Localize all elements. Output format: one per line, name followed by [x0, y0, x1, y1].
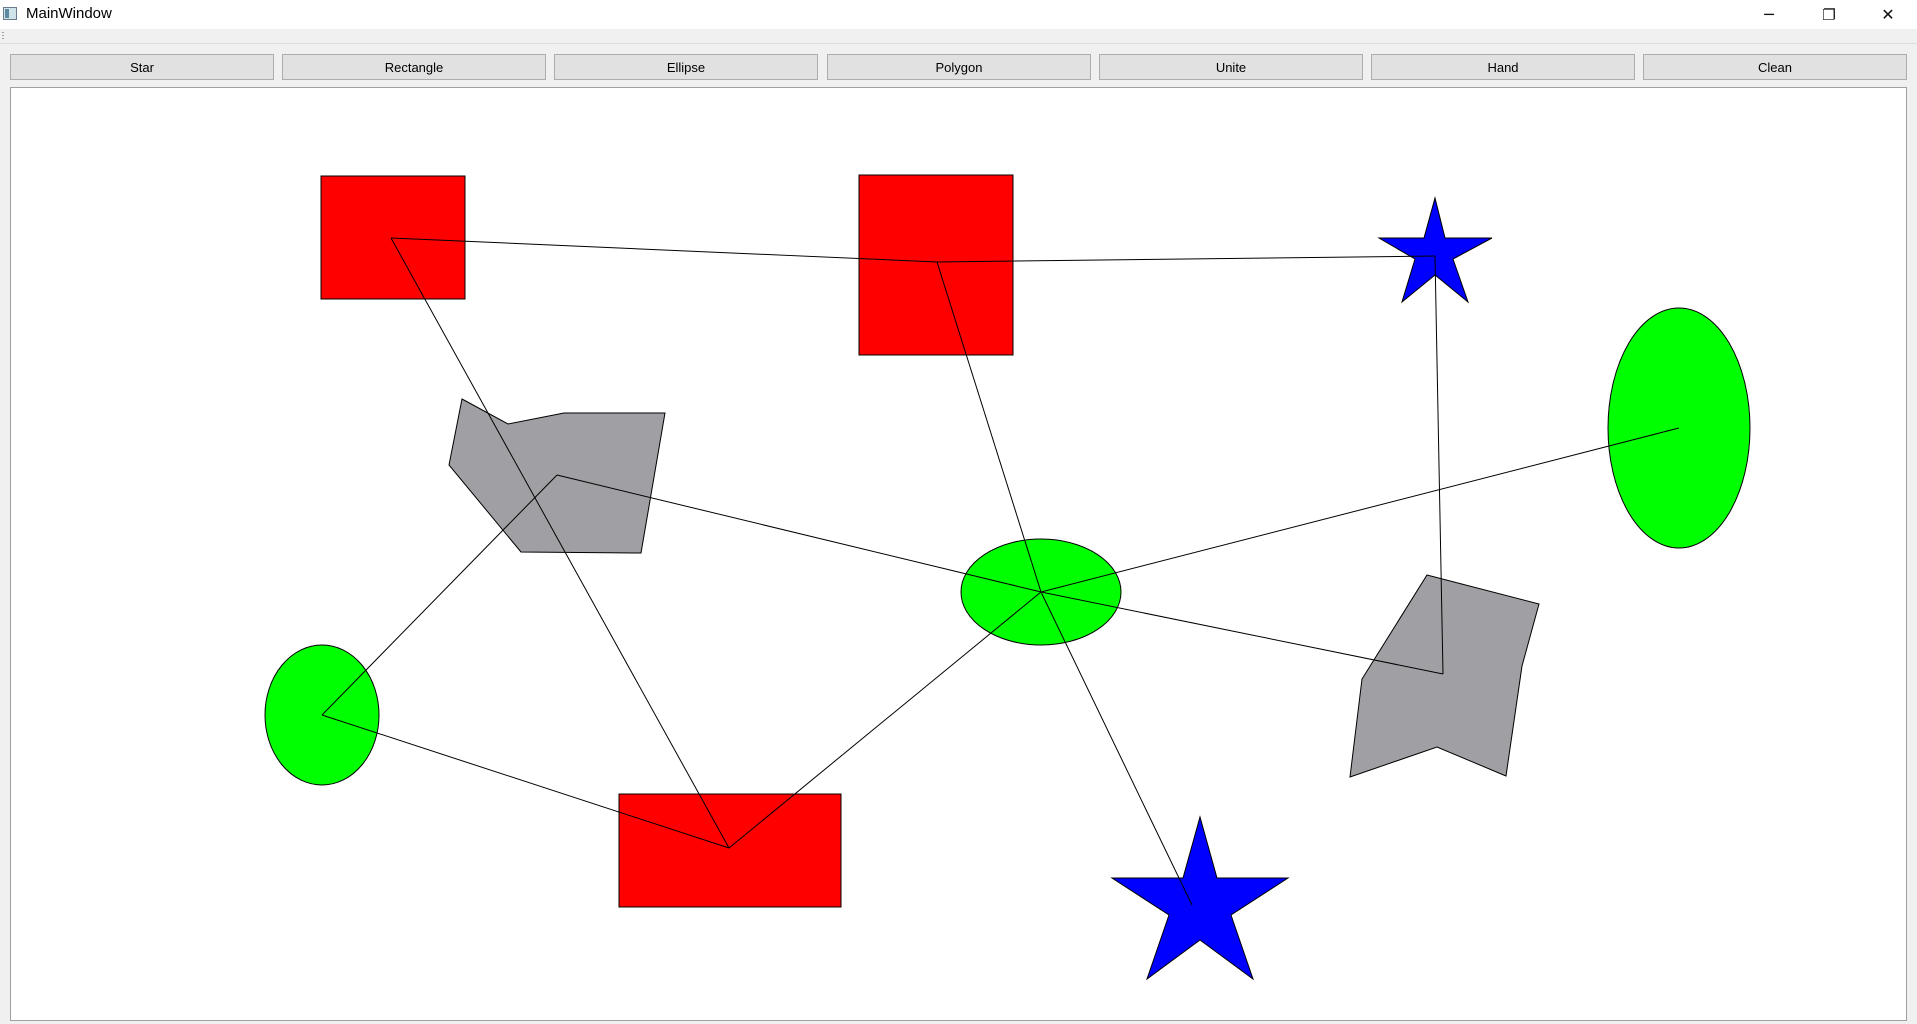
hand-button[interactable]: Hand	[1371, 54, 1635, 80]
grip-icon	[2, 32, 4, 40]
polygon-shape[interactable]	[1349, 574, 1540, 778]
toolbar-handle[interactable]	[0, 29, 1917, 44]
polygon-shape[interactable]	[448, 398, 666, 554]
connection-line	[1040, 591, 1193, 906]
connection-line	[390, 237, 730, 849]
window-title: MainWindow	[26, 5, 112, 22]
minimize-button[interactable]: ─	[1740, 0, 1798, 29]
rectangle-shape[interactable]	[320, 175, 466, 300]
star-button[interactable]: Star	[10, 54, 274, 80]
rectangle-button[interactable]: Rectangle	[282, 54, 546, 80]
clean-button[interactable]: Clean	[1643, 54, 1907, 80]
rectangle-shape[interactable]	[858, 174, 1014, 356]
unite-button[interactable]: Unite	[1099, 54, 1363, 80]
maximize-button[interactable]: ❐	[1800, 0, 1858, 29]
drawing-canvas[interactable]	[10, 87, 1907, 1021]
app-icon	[3, 7, 17, 20]
connection-line	[1040, 427, 1680, 593]
connection-line	[390, 237, 938, 263]
star-shape[interactable]	[1110, 815, 1290, 981]
polygon-button[interactable]: Polygon	[827, 54, 1091, 80]
close-button[interactable]: ✕	[1859, 0, 1917, 29]
connection-line	[321, 474, 558, 716]
connection-line	[1040, 591, 1444, 675]
rectangle-shape[interactable]	[618, 793, 842, 908]
connection-line	[321, 714, 730, 849]
connection-line	[728, 591, 1042, 849]
shapes-layer	[264, 174, 1751, 981]
canvas-svg[interactable]	[11, 88, 1906, 1020]
title-bar: MainWindow ─ ❐ ✕	[0, 0, 1917, 29]
ellipse-button[interactable]: Ellipse	[554, 54, 818, 80]
